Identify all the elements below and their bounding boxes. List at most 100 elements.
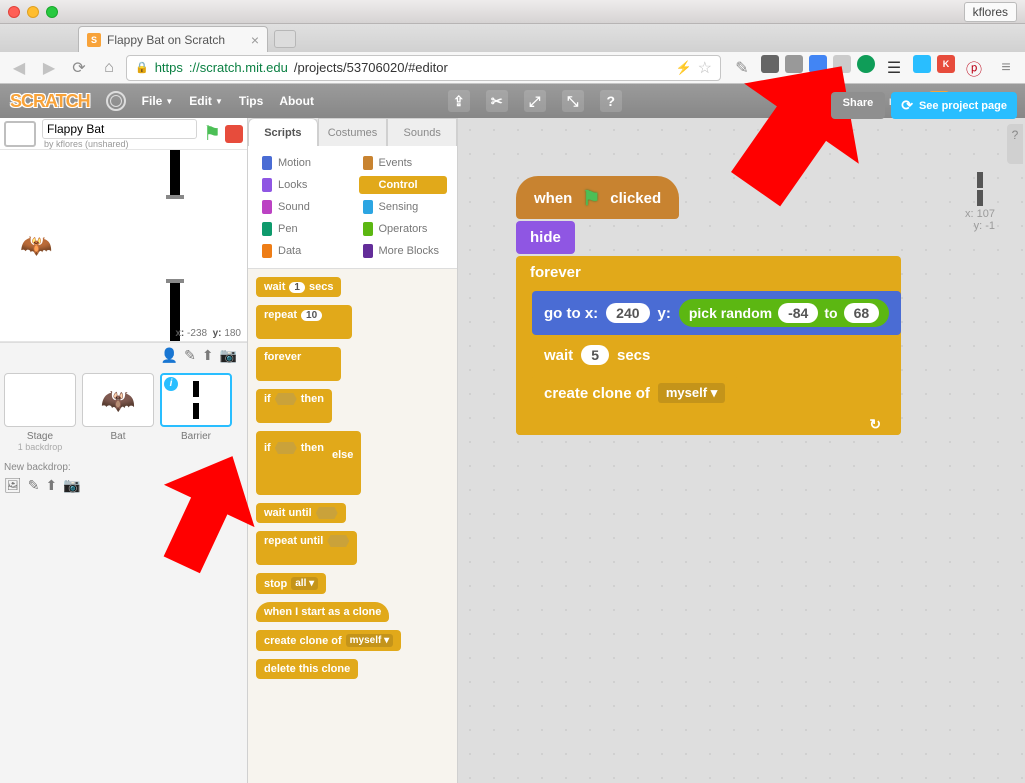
stage-view[interactable]: 🦇 x: -238 y: 180 <box>0 150 247 342</box>
ext-icon[interactable] <box>833 55 851 73</box>
block-if-then[interactable]: ifthen <box>256 389 332 423</box>
back-button[interactable]: ◀ <box>6 55 32 81</box>
cat-data[interactable]: Data <box>258 242 347 260</box>
block-goto-xy[interactable]: go to x:240 y: pick random-84 to68 <box>532 291 901 335</box>
stage-mouse-coords: x: -238 y: 180 <box>175 328 241 339</box>
delete-tool-icon[interactable]: ✂ <box>486 90 508 112</box>
tab-costumes[interactable]: Costumes <box>318 118 388 146</box>
browser-tab[interactable]: S Flappy Bat on Scratch × <box>78 26 268 52</box>
ext-hangouts-icon[interactable] <box>857 55 875 73</box>
green-flag-icon[interactable]: ⚑ <box>203 121 221 146</box>
sprite-tile-barrier[interactable]: i Barrier <box>160 373 232 452</box>
block-forever[interactable]: forever go to x:240 y: pick random-84 to… <box>516 256 901 435</box>
block-forever[interactable]: forever <box>256 347 341 381</box>
block-when-flag-clicked[interactable]: when ⚑ clicked <box>516 176 679 219</box>
menu-tips[interactable]: Tips <box>239 94 263 108</box>
fullscreen-stage-icon[interactable] <box>4 121 36 147</box>
ext-icon[interactable] <box>761 55 779 73</box>
backdrop-camera-icon[interactable]: 📷 <box>63 477 80 494</box>
stage-tile[interactable]: Stage 1 backdrop <box>4 373 76 452</box>
forward-button[interactable]: ▶ <box>36 55 62 81</box>
menu-file[interactable]: File▼ <box>142 94 174 108</box>
reader-icon[interactable]: ⚡ <box>675 60 691 76</box>
scripts-canvas[interactable]: ? x: 107 y: -1 when ⚑ clicked hide forev… <box>458 118 1025 783</box>
new-backdrop-icons: 🖼 ✎ ⬆ 📷 <box>4 477 243 494</box>
sprite-info-icon[interactable]: i <box>164 377 178 391</box>
cat-more[interactable]: More Blocks <box>359 242 448 260</box>
new-sprite-paint-icon[interactable]: ✎ <box>184 347 196 369</box>
tab-sounds[interactable]: Sounds <box>387 118 457 146</box>
new-sprite-camera-icon[interactable]: 📷 <box>220 347 237 369</box>
cat-sensing[interactable]: Sensing <box>359 198 448 216</box>
ext-buffer-icon[interactable]: ☰ <box>881 55 907 81</box>
ext-icon[interactable] <box>809 55 827 73</box>
block-stop[interactable]: stopall ▾ <box>256 573 326 594</box>
cat-control[interactable]: Control <box>359 176 448 194</box>
stop-sign-icon[interactable] <box>225 125 243 143</box>
browser-toolbar: ◀ ▶ ⟳ ⌂ 🔒 https://scratch.mit.edu/projec… <box>0 52 1025 84</box>
help-drawer-icon[interactable]: ? <box>1007 124 1023 164</box>
bookmark-star-icon[interactable]: ☆ <box>698 58 712 78</box>
block-create-clone[interactable]: create clone ofmyself ▾ <box>532 375 737 411</box>
block-repeat[interactable]: repeat10 <box>256 305 352 339</box>
language-globe-icon[interactable] <box>106 91 126 111</box>
tab-scripts[interactable]: Scripts <box>248 118 318 146</box>
editor-content: by kflores (unshared) ⚑ 🦇 x: -238 y: 180… <box>0 118 1025 783</box>
block-hide[interactable]: hide <box>516 221 575 254</box>
chrome-menu-icon[interactable]: ≡ <box>993 55 1019 81</box>
zoom-window-icon[interactable] <box>46 6 58 18</box>
chrome-profile-button[interactable]: kflores <box>964 2 1017 22</box>
see-project-page-button[interactable]: ⟳See project page <box>891 92 1017 119</box>
scratch-logo[interactable]: SCRATCH <box>10 91 90 112</box>
home-button[interactable]: ⌂ <box>96 55 122 81</box>
cat-looks[interactable]: Looks <box>258 176 347 194</box>
address-bar[interactable]: 🔒 https://scratch.mit.edu/projects/53706… <box>126 55 721 81</box>
ext-icon[interactable]: K <box>937 55 955 73</box>
project-title-input[interactable] <box>42 119 197 139</box>
cat-pen[interactable]: Pen <box>258 220 347 238</box>
new-sprite-library-icon[interactable]: 👤 <box>161 347 178 369</box>
cat-motion[interactable]: Motion <box>258 154 347 172</box>
new-tab-button[interactable] <box>274 30 296 48</box>
close-tab-icon[interactable]: × <box>251 32 259 48</box>
block-pick-random[interactable]: pick random-84 to68 <box>679 299 889 327</box>
block-wait-until[interactable]: wait until <box>256 503 346 523</box>
extension-icons: ✎ ☰ K ⓟ ≡ <box>725 55 1019 81</box>
block-when-start-clone[interactable]: when I start as a clone <box>256 602 389 622</box>
ext-icon[interactable] <box>913 55 931 73</box>
backdrop-paint-icon[interactable]: ✎ <box>28 477 40 494</box>
block-wait-secs[interactable]: wait5secs <box>532 337 662 373</box>
duplicate-tool-icon[interactable]: ⇪ <box>448 90 470 112</box>
close-window-icon[interactable] <box>8 6 20 18</box>
block-palette[interactable]: wait1secs repeat10 forever ifthen ifthen… <box>248 269 457 783</box>
menu-edit[interactable]: Edit▼ <box>189 94 223 108</box>
minimize-window-icon[interactable] <box>27 6 39 18</box>
palette-column: Scripts Costumes Sounds Motion Events Lo… <box>248 118 458 783</box>
share-button[interactable]: Share <box>831 92 886 119</box>
stage-bat-sprite[interactable]: 🦇 <box>20 230 52 261</box>
backdrop-library-icon[interactable]: 🖼 <box>4 477 22 494</box>
block-if-else[interactable]: ifthenelse <box>256 431 361 495</box>
ext-pen-icon[interactable]: ✎ <box>729 55 755 81</box>
ext-icon[interactable] <box>785 55 803 73</box>
script-stack[interactable]: when ⚑ clicked hide forever go to x:240 … <box>516 176 901 435</box>
cat-sound[interactable]: Sound <box>258 198 347 216</box>
menu-about[interactable]: About <box>279 94 314 108</box>
block-delete-clone[interactable]: delete this clone <box>256 659 358 679</box>
backdrop-upload-icon[interactable]: ⬆ <box>46 477 58 494</box>
new-sprite-upload-icon[interactable]: ⬆ <box>202 347 214 369</box>
sprite-tile-bat[interactable]: 🦇 Bat <box>82 373 154 452</box>
stage-column: by kflores (unshared) ⚑ 🦇 x: -238 y: 180… <box>0 118 248 783</box>
grow-tool-icon[interactable]: ⤢ <box>524 90 546 112</box>
help-tool-icon[interactable]: ? <box>600 90 622 112</box>
cat-operators[interactable]: Operators <box>359 220 448 238</box>
ext-pinterest-icon[interactable]: ⓟ <box>961 55 987 81</box>
shrink-tool-icon[interactable]: ⤡ <box>562 90 584 112</box>
green-flag-icon: ⚑ <box>582 186 600 211</box>
block-repeat-until[interactable]: repeat until <box>256 531 357 565</box>
cat-events[interactable]: Events <box>359 154 448 172</box>
block-wait-secs[interactable]: wait1secs <box>256 277 341 297</box>
block-create-clone[interactable]: create clone ofmyself ▾ <box>256 630 401 651</box>
sprite-xy-readout: x: 107 y: -1 <box>965 170 995 232</box>
reload-button[interactable]: ⟳ <box>66 55 92 81</box>
